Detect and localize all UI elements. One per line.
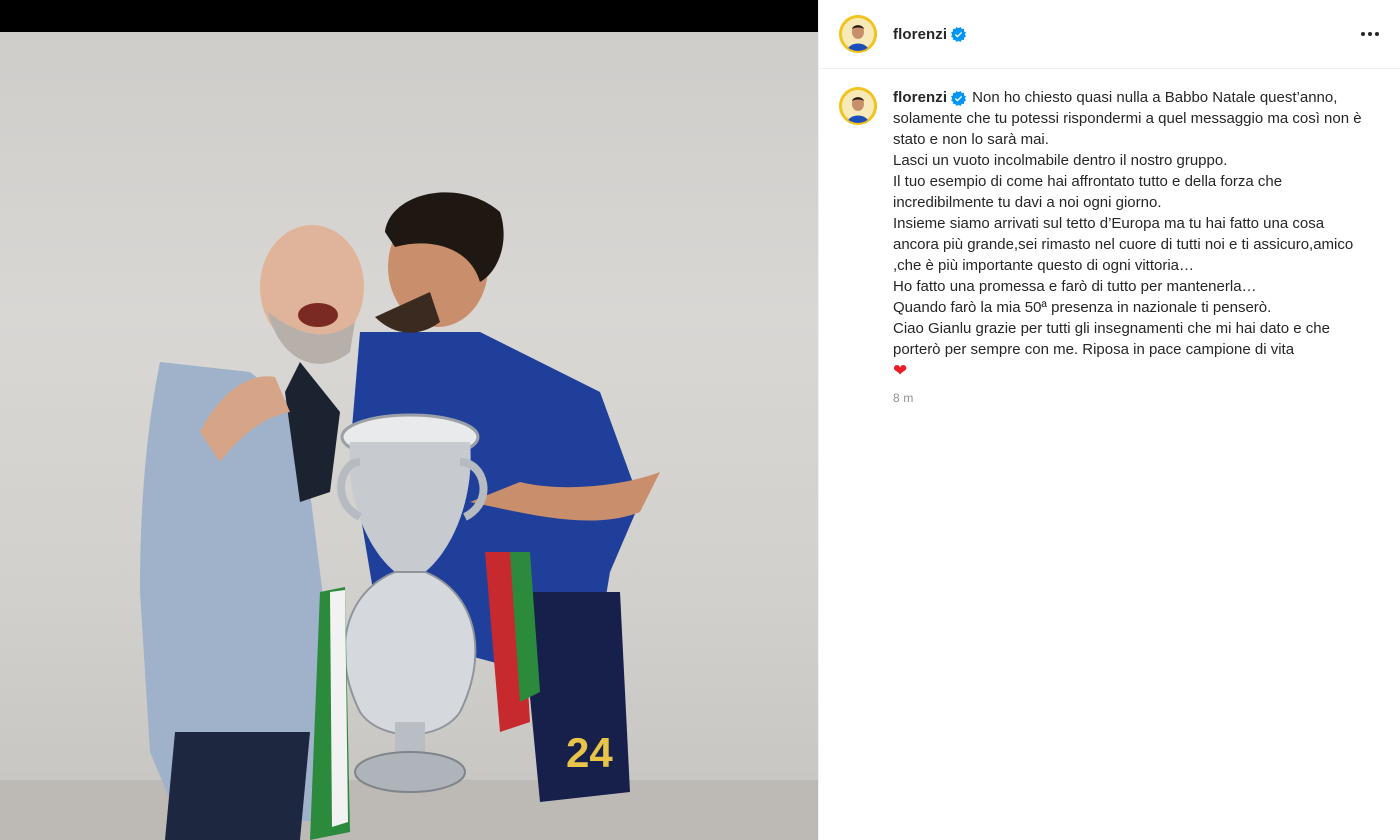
caption-line: Ciao Gianlu grazie per tutti gli insegna…	[893, 320, 1335, 358]
post-timestamp[interactable]: 8 m	[893, 391, 1367, 405]
post-media: 24	[0, 0, 818, 840]
caption-username[interactable]: florenzi	[893, 89, 947, 106]
verified-badge-icon	[951, 90, 967, 106]
heart-emoji: ❤	[893, 361, 908, 380]
caption-line: Lasci un vuoto incolmabile dentro il nos…	[893, 152, 1228, 169]
caption-body: florenzi Non ho chiesto quasi nulla a Bab…	[893, 87, 1367, 405]
verified-badge-icon	[951, 26, 967, 42]
header-username[interactable]: florenzi	[893, 26, 947, 43]
avatar[interactable]	[839, 15, 877, 53]
caption-line: Insieme siamo arrivati sul tetto d’Europ…	[893, 215, 1358, 274]
caption-avatar[interactable]	[839, 87, 877, 125]
more-options-icon	[1361, 32, 1365, 36]
caption-text: florenzi Non ho chiesto quasi nulla a Bab…	[893, 87, 1367, 382]
post-header: florenzi	[819, 0, 1400, 69]
photo-illustration: 24	[0, 192, 818, 840]
caption-line: Il tuo esempio di come hai affrontato tu…	[893, 173, 1287, 211]
caption-comment: florenzi Non ho chiesto quasi nulla a Bab…	[819, 69, 1400, 405]
header-user: florenzi	[893, 26, 967, 43]
post-photo[interactable]: 24	[0, 32, 818, 840]
jersey-number: 24	[566, 729, 613, 776]
more-options-button[interactable]	[1356, 20, 1384, 48]
caption-line: Quando farò la mia 50ª presenza in nazio…	[893, 299, 1272, 316]
caption-line: Ho fatto una promessa e farò di tutto pe…	[893, 278, 1257, 295]
post-sidebar: florenzi florenzi Non ho chiesto quasi nu…	[818, 0, 1400, 840]
